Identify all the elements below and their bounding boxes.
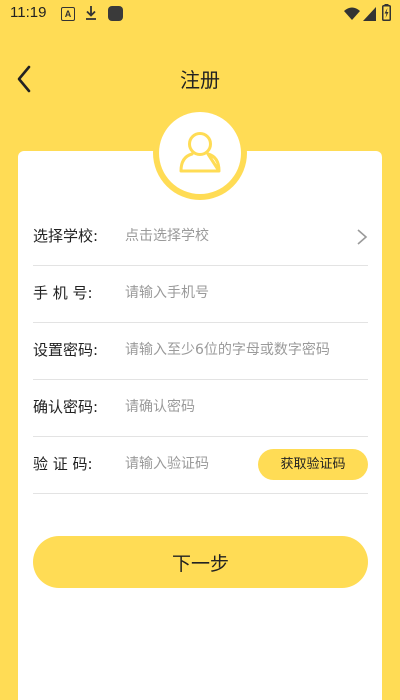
chevron-right-icon (356, 228, 368, 250)
user-icon (179, 132, 221, 173)
password-input[interactable] (125, 336, 360, 364)
avatar[interactable] (153, 106, 247, 200)
signal-icon (363, 6, 376, 25)
school-label: 选择学校: (33, 227, 99, 245)
get-code-button[interactable]: 获取验证码 (258, 449, 368, 480)
next-step-button[interactable]: 下一步 (33, 536, 368, 588)
phone-input[interactable] (125, 279, 345, 307)
wifi-icon (344, 6, 360, 25)
confirm-password-row: 确认密码: (33, 379, 368, 437)
verification-code-input[interactable] (125, 450, 250, 478)
app-icon (108, 6, 123, 21)
confirm-password-label: 确认密码: (33, 398, 99, 416)
school-select[interactable]: 点击选择学校 (125, 208, 209, 265)
page-title: 注册 (180, 68, 220, 92)
battery-icon (382, 4, 391, 25)
avatar-inner (159, 112, 241, 194)
verification-code-row: 验 证 码: 获取验证码 (33, 436, 368, 494)
status-bar: 11:19 A (0, 0, 400, 28)
phone-row: 手 机 号: (33, 265, 368, 323)
a-badge-icon: A (61, 7, 75, 21)
school-row[interactable]: 选择学校: 点击选择学校 (33, 208, 368, 266)
download-icon (85, 5, 97, 25)
password-label: 设置密码: (33, 341, 99, 359)
password-row: 设置密码: (33, 322, 368, 380)
phone-label: 手 机 号: (33, 284, 93, 302)
status-time: 11:19 (10, 4, 47, 21)
confirm-password-input[interactable] (125, 393, 345, 421)
verification-code-label: 验 证 码: (33, 455, 93, 473)
